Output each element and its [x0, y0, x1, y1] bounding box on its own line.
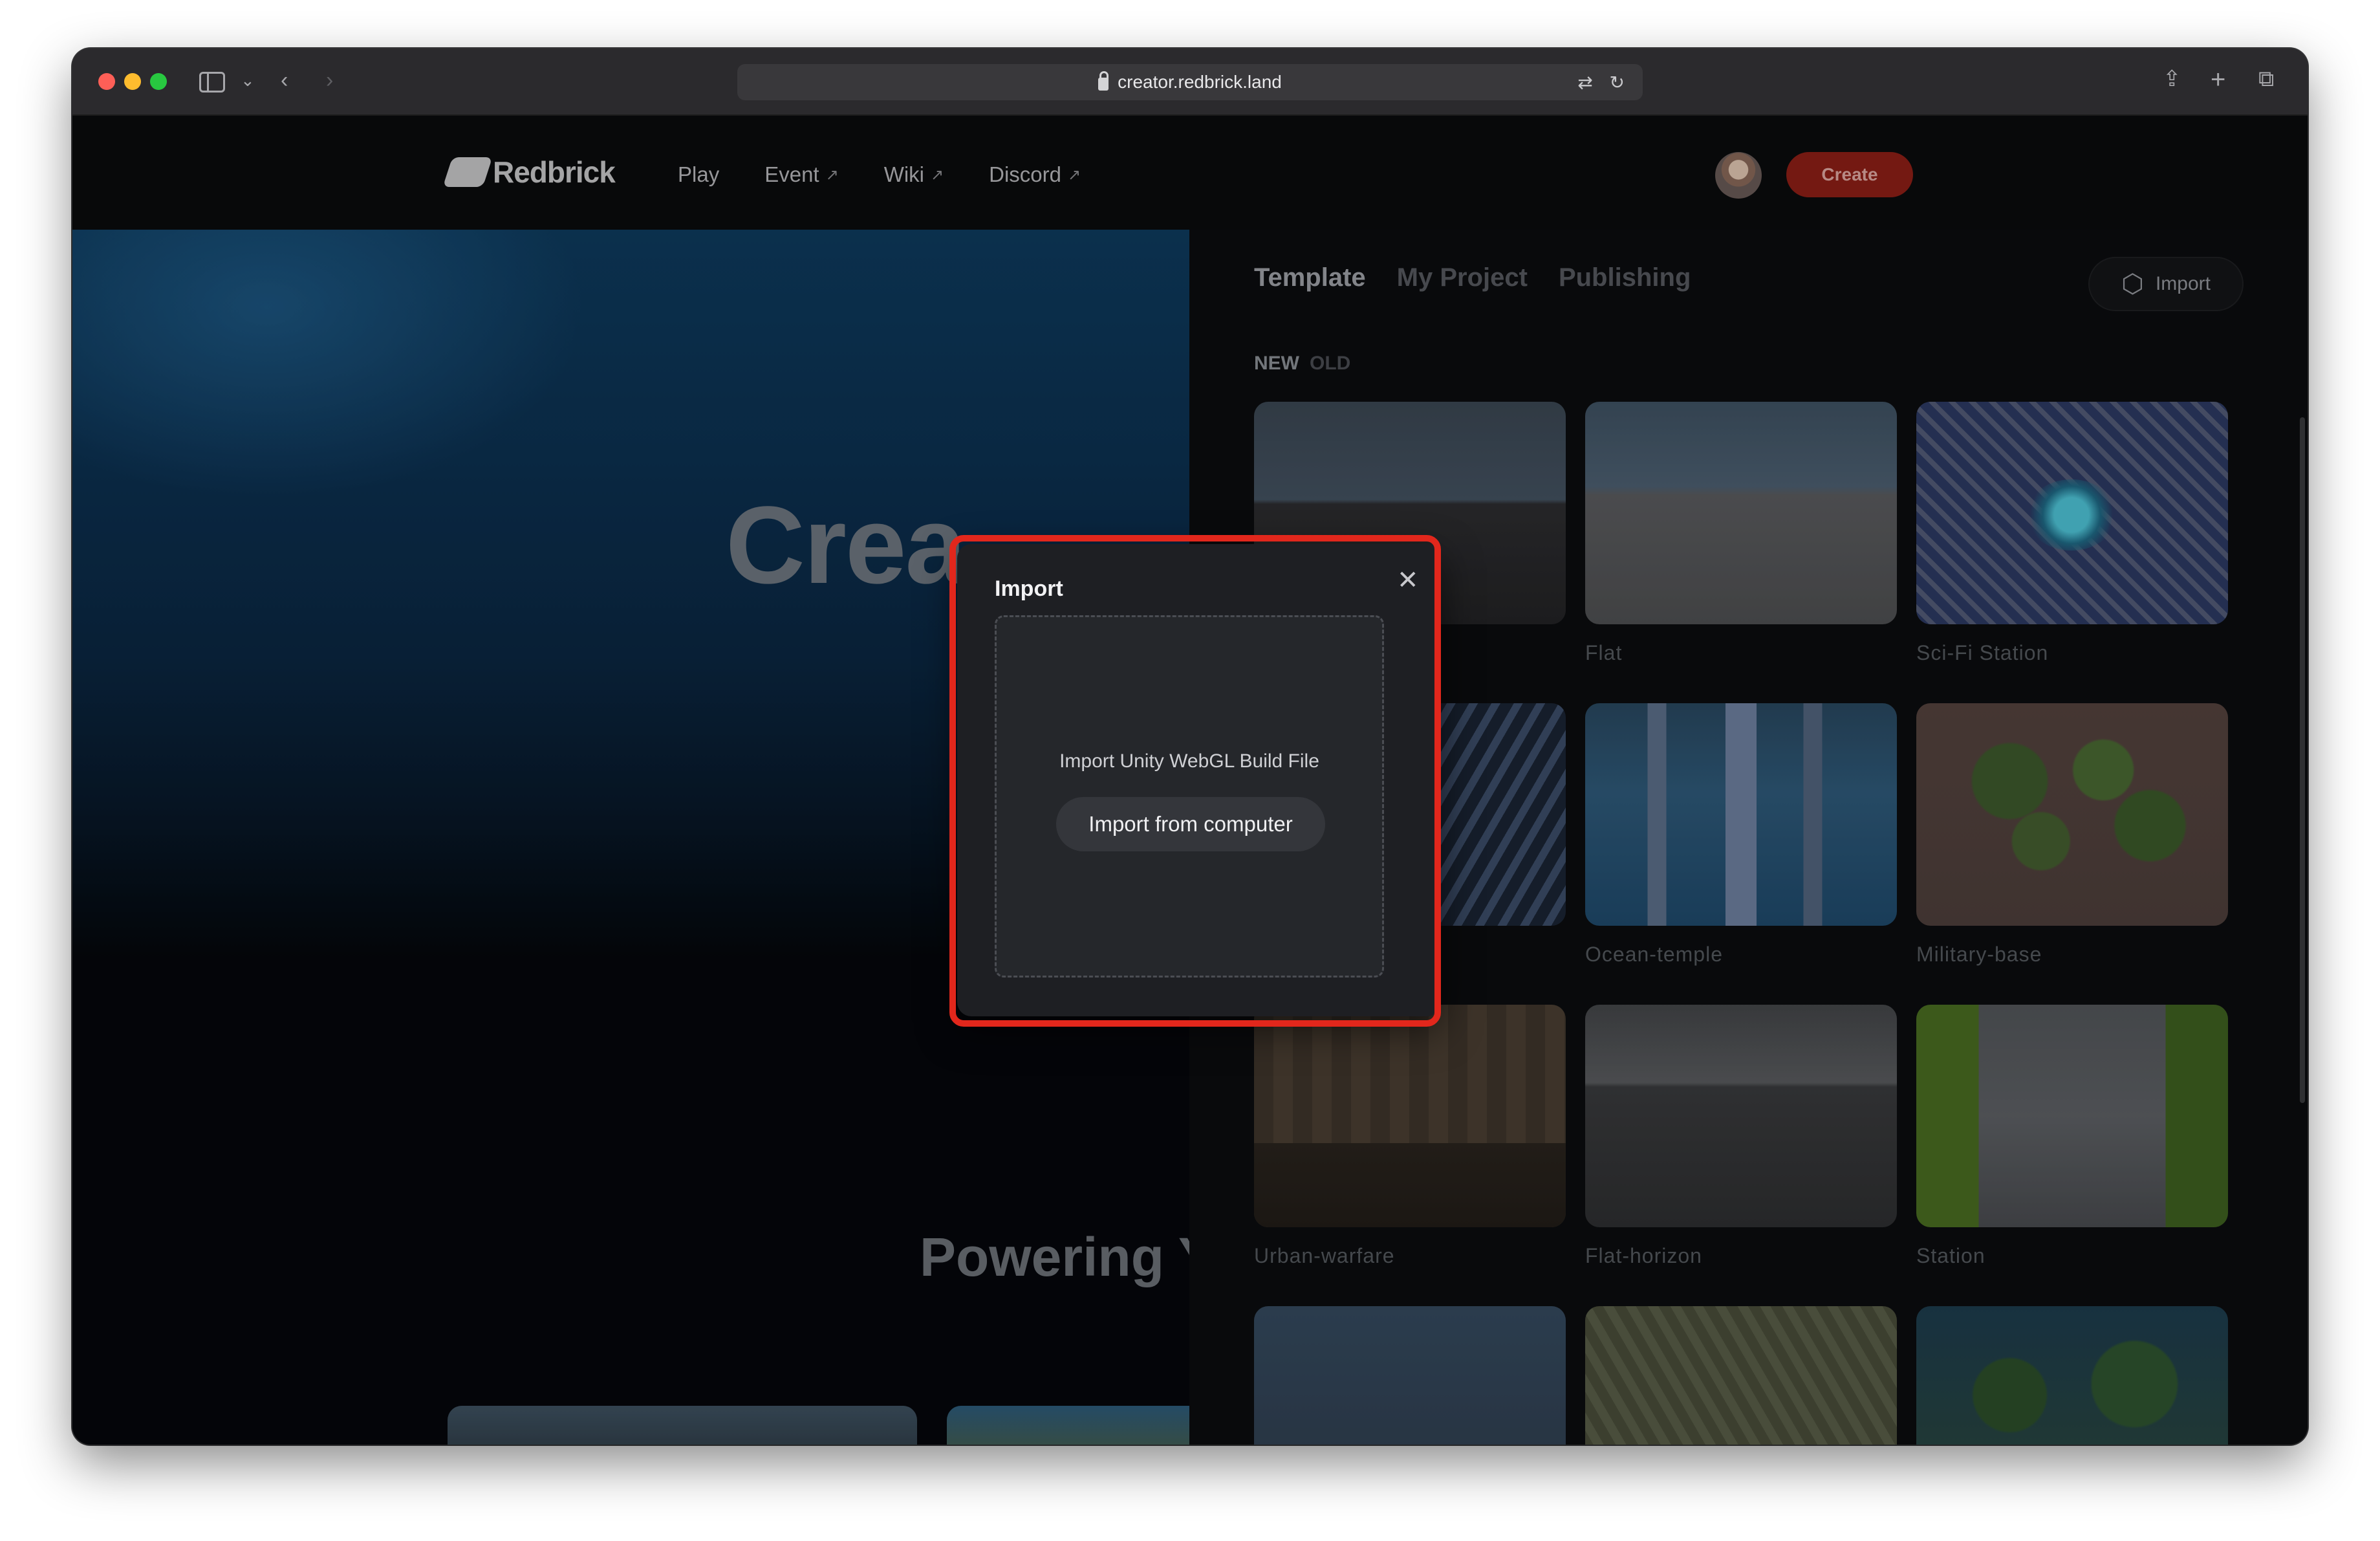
tab-overview-icon[interactable]: ⧉ — [2258, 68, 2274, 90]
url-text: creator.redbrick.land — [1118, 72, 1282, 92]
browser-window: ⌄ ‹ › creator.redbrick.land ⇄ ↻ ⇪ + ⧉ Re… — [72, 49, 2308, 1445]
maximize-window-button[interactable] — [150, 73, 167, 90]
lock-icon — [1098, 71, 1109, 91]
browser-toolbar: ⌄ ‹ › creator.redbrick.land ⇄ ↻ ⇪ + ⧉ — [72, 49, 2308, 116]
back-arrow-icon[interactable]: ‹ — [281, 69, 288, 91]
share-icon[interactable]: ⇪ — [2163, 68, 2181, 90]
new-tab-icon[interactable]: + — [2211, 67, 2225, 93]
chevron-down-icon[interactable]: ⌄ — [241, 72, 255, 89]
sidebar-toggle-icon[interactable] — [199, 72, 225, 93]
reload-icon[interactable]: ↻ — [1610, 72, 1625, 93]
minimize-window-button[interactable] — [124, 73, 141, 90]
annotation-highlight — [949, 535, 1441, 1027]
address-bar[interactable]: creator.redbrick.land ⇄ ↻ — [737, 64, 1643, 100]
close-window-button[interactable] — [98, 73, 115, 90]
translate-icon[interactable]: ⇄ — [1577, 72, 1592, 93]
forward-arrow-icon[interactable]: › — [326, 69, 333, 91]
